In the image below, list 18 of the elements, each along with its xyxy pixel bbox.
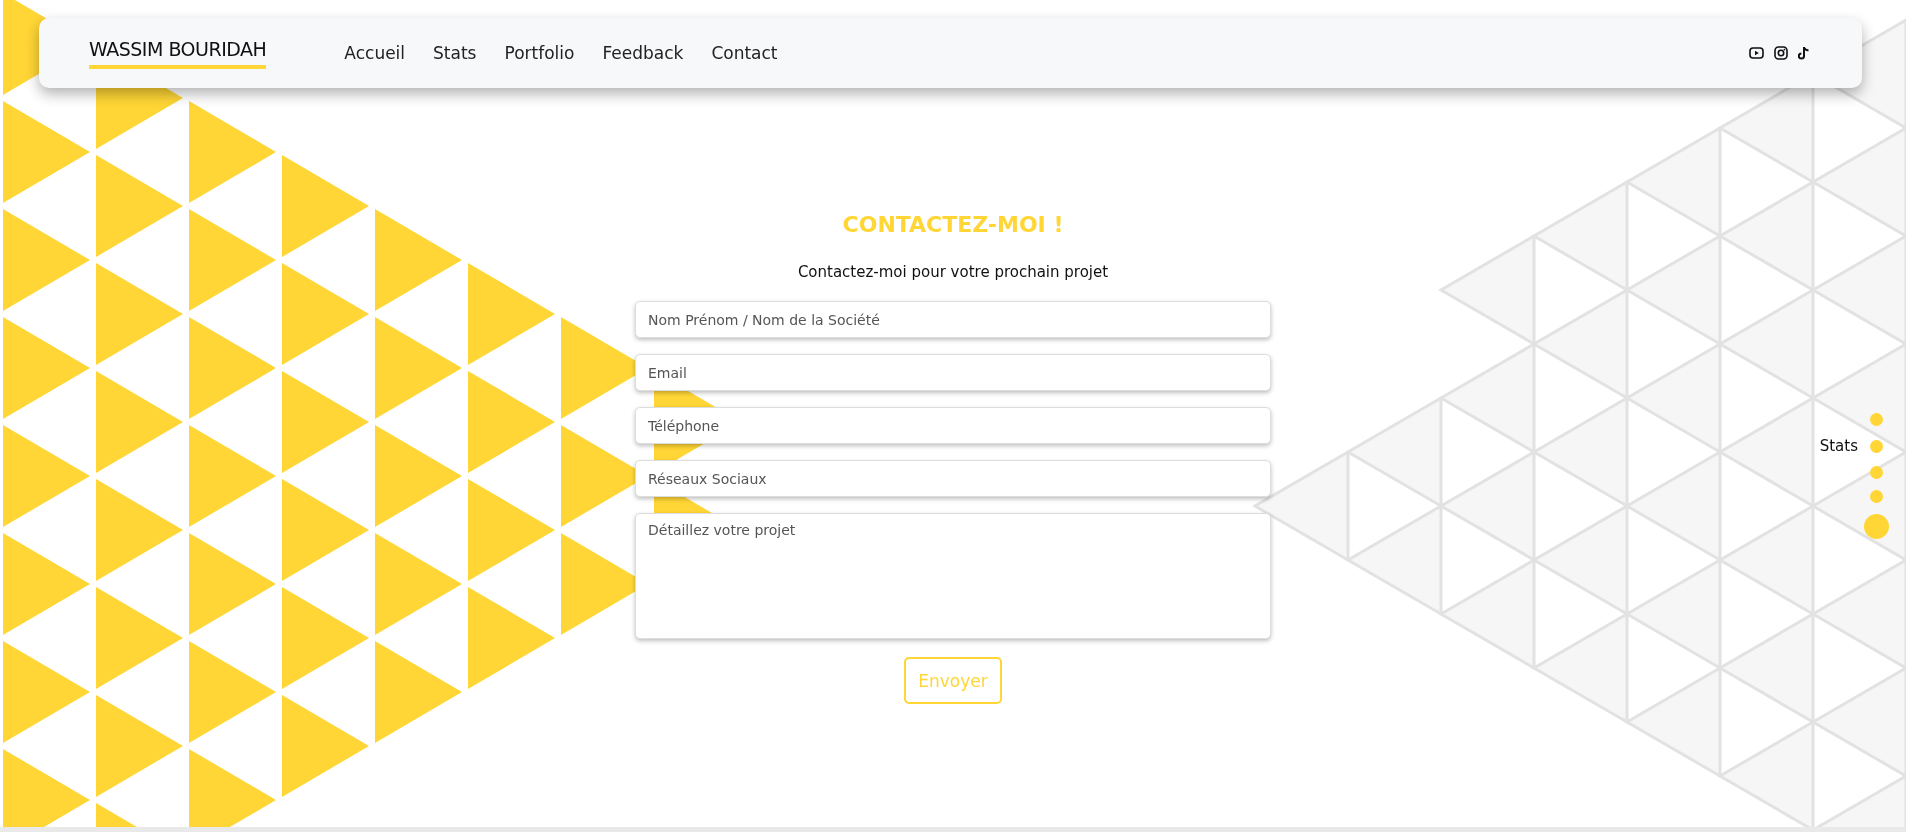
music-note-icon[interactable] bbox=[1798, 46, 1810, 60]
nav-link[interactable]: Stats bbox=[433, 43, 477, 63]
nav-link[interactable]: Contact bbox=[711, 43, 778, 63]
project-details-field[interactable]: Détaillez votre projet bbox=[635, 513, 1271, 639]
input-field[interactable]: Réseaux Sociaux bbox=[635, 460, 1271, 497]
input-field[interactable]: Téléphone bbox=[635, 407, 1271, 444]
input-field[interactable]: Email bbox=[635, 354, 1271, 391]
video-play-icon[interactable] bbox=[1749, 47, 1764, 59]
nav-link[interactable]: Portfolio bbox=[504, 43, 575, 63]
camera-icon[interactable] bbox=[1774, 46, 1788, 60]
section-dot[interactable] bbox=[1870, 439, 1883, 453]
section-title: CONTACTEZ-MOI ! bbox=[842, 212, 1064, 237]
section-subtitle: Contactez-moi pour votre prochain projet bbox=[797, 263, 1109, 281]
nav-link[interactable]: Feedback bbox=[602, 43, 684, 63]
input-field[interactable]: Nom Prénom / Nom de la Société bbox=[635, 301, 1271, 338]
logo-link[interactable]: WASSIM BOURIDAH bbox=[89, 37, 267, 69]
section-label: Stats bbox=[1819, 437, 1858, 455]
nav-link[interactable]: Accueil bbox=[344, 43, 406, 63]
